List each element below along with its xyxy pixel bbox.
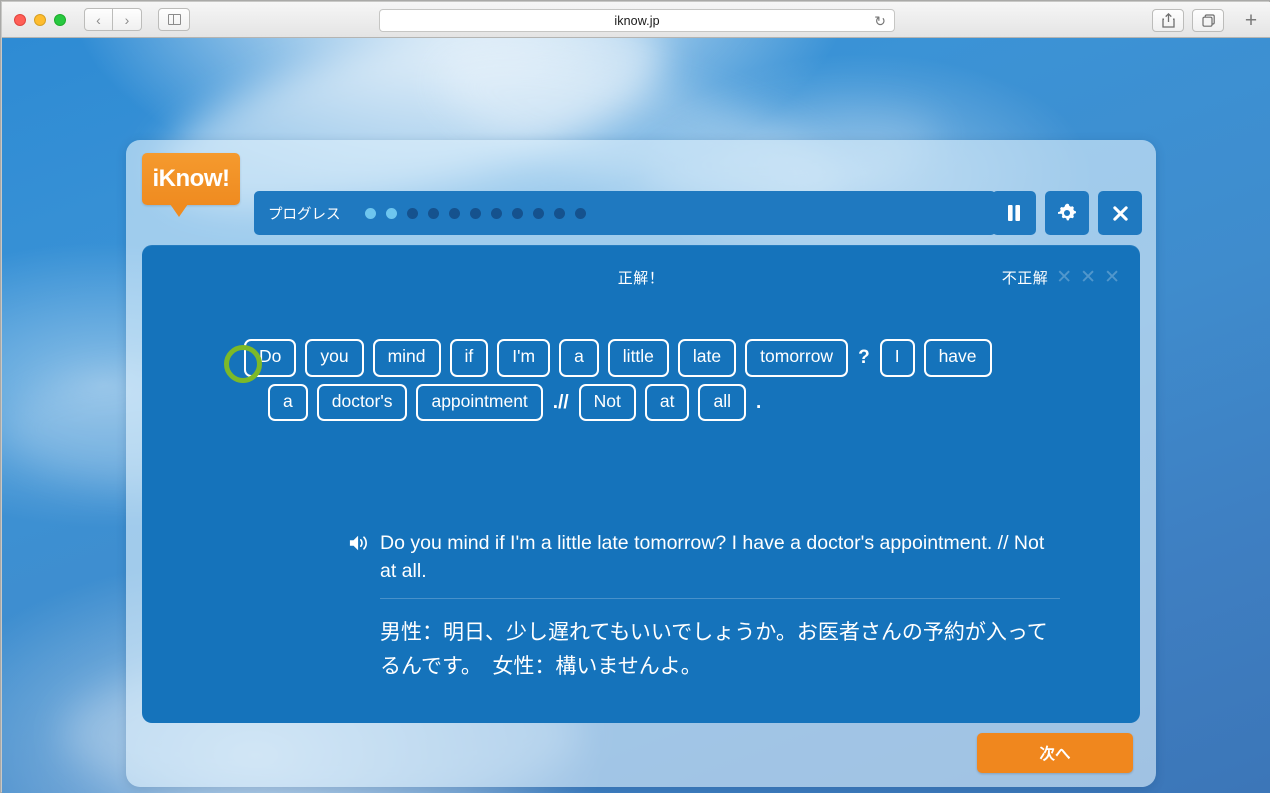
iknow-logo: iKnow! — [142, 153, 240, 205]
answer-punctuation: .// — [552, 391, 569, 413]
next-button[interactable]: 次へ — [977, 733, 1133, 773]
progress-dot-1 — [364, 207, 376, 219]
answer-tile[interactable]: all — [698, 383, 746, 421]
answer-tile[interactable]: Not — [578, 383, 636, 421]
logo-tail-decoration — [170, 204, 188, 217]
reload-icon[interactable]: ↻ — [874, 14, 886, 28]
incorrect-indicator: 不正解 ✕ ✕ ✕ — [1002, 267, 1120, 288]
sidebar-toggle-button[interactable] — [158, 8, 190, 31]
answer-tile[interactable]: appointment — [416, 383, 543, 421]
answer-tile[interactable]: mind — [372, 339, 441, 377]
browser-window: ‹ › iknow.jp ↻ + iKnow! プログレス 正解！ 不正解 ✕ … — [0, 0, 1270, 793]
answer-tile[interactable]: I'm — [497, 339, 551, 377]
close-icon — [1112, 205, 1128, 221]
close-button[interactable] — [1098, 191, 1142, 235]
japanese-translation: 男性：明日、少し遅れてもいいでしょうか。お医者さんの予約が入ってるんです。 女性… — [380, 620, 1048, 678]
answer-tiles-area: Do you mind if I'm a little late tomorrow? Ihave … — [184, 339, 1100, 428]
incorrect-mark-2: ✕ — [1080, 267, 1097, 288]
gear-icon — [1058, 203, 1076, 221]
progress-dots — [364, 207, 586, 219]
minimize-window-button[interactable] — [34, 13, 46, 26]
address-bar-url: iknow.jp — [614, 13, 660, 28]
address-bar[interactable]: iknow.jp ↻ — [379, 9, 895, 32]
answer-tile[interactable]: a — [268, 383, 308, 421]
feedback-row: 正解！ 不正解 ✕ ✕ ✕ — [142, 267, 1140, 291]
share-button[interactable] — [1152, 9, 1184, 32]
answer-tile[interactable]: if — [449, 339, 489, 377]
answer-tile[interactable]: have — [923, 339, 992, 377]
answer-tile[interactable]: I — [879, 339, 915, 377]
progress-dot-4 — [427, 207, 439, 219]
correct-status-circle — [224, 345, 262, 383]
sentence-divider — [380, 598, 1060, 599]
answer-tile[interactable]: little — [607, 339, 669, 377]
progress-dot-2 — [385, 207, 397, 219]
sidebar-icon — [167, 14, 181, 25]
question-panel: 正解！ 不正解 ✕ ✕ ✕ Do you mind if I'm a little late t… — [142, 245, 1140, 723]
sentence-block: Do you mind if I'm a little late tomorro… — [200, 529, 1080, 683]
answer-tile[interactable]: you — [305, 339, 364, 377]
navigation-buttons: ‹ › — [84, 8, 142, 31]
incorrect-label: 不正解 — [1001, 270, 1049, 287]
pause-button[interactable] — [992, 191, 1036, 235]
maximize-window-button[interactable] — [54, 13, 66, 26]
progress-dot-9 — [532, 207, 544, 219]
answer-tile-row: a doctor's appointment .// Not at all. — [184, 383, 1100, 421]
iknow-study-card: iKnow! プログレス 正解！ 不正解 ✕ ✕ ✕ Do you mind i… — [126, 140, 1156, 787]
progress-dot-6 — [469, 207, 481, 219]
new-tab-button[interactable]: + — [1236, 8, 1266, 33]
browser-toolbar: ‹ › iknow.jp ↻ + — [2, 2, 1270, 38]
progress-bar: プログレス — [254, 191, 996, 235]
answer-tile[interactable]: doctor's — [316, 383, 408, 421]
iknow-logo-text: iKnow! — [152, 165, 230, 192]
progress-dot-10 — [553, 207, 565, 219]
page-viewport: iKnow! プログレス 正解！ 不正解 ✕ ✕ ✕ Do you mind i… — [2, 38, 1270, 793]
back-button[interactable]: ‹ — [84, 8, 113, 31]
answer-tile[interactable]: a — [559, 339, 599, 377]
answer-tile[interactable]: at — [644, 383, 690, 421]
correct-label: 正解！ — [617, 270, 665, 287]
share-icon — [1161, 13, 1175, 28]
answer-tile[interactable]: tomorrow — [745, 339, 849, 377]
settings-button[interactable] — [1045, 191, 1089, 235]
toolbar-right-buttons — [1152, 9, 1224, 32]
tabs-icon — [1201, 14, 1215, 27]
close-window-button[interactable] — [14, 13, 26, 26]
window-traffic-lights — [14, 13, 66, 26]
english-sentence: Do you mind if I'm a little late tomorro… — [380, 532, 1045, 582]
progress-dot-5 — [448, 207, 460, 219]
header-buttons — [992, 191, 1142, 235]
progress-dot-3 — [406, 207, 418, 219]
forward-button[interactable]: › — [113, 8, 142, 31]
answer-tile-row: Do you mind if I'm a little late tomorrow? Ihave — [184, 339, 1100, 377]
speaker-icon[interactable] — [348, 533, 370, 553]
progress-dot-8 — [511, 207, 523, 219]
answer-punctuation: . — [756, 391, 762, 413]
progress-label: プログレス — [268, 206, 341, 223]
incorrect-mark-1: ✕ — [1056, 267, 1073, 288]
pause-icon — [1008, 205, 1020, 221]
progress-dot-11 — [574, 207, 586, 219]
progress-dot-7 — [490, 207, 502, 219]
tab-overview-button[interactable] — [1192, 9, 1224, 32]
answer-punctuation: ? — [858, 347, 870, 369]
incorrect-mark-3: ✕ — [1104, 267, 1120, 288]
answer-tile[interactable]: late — [677, 339, 737, 377]
